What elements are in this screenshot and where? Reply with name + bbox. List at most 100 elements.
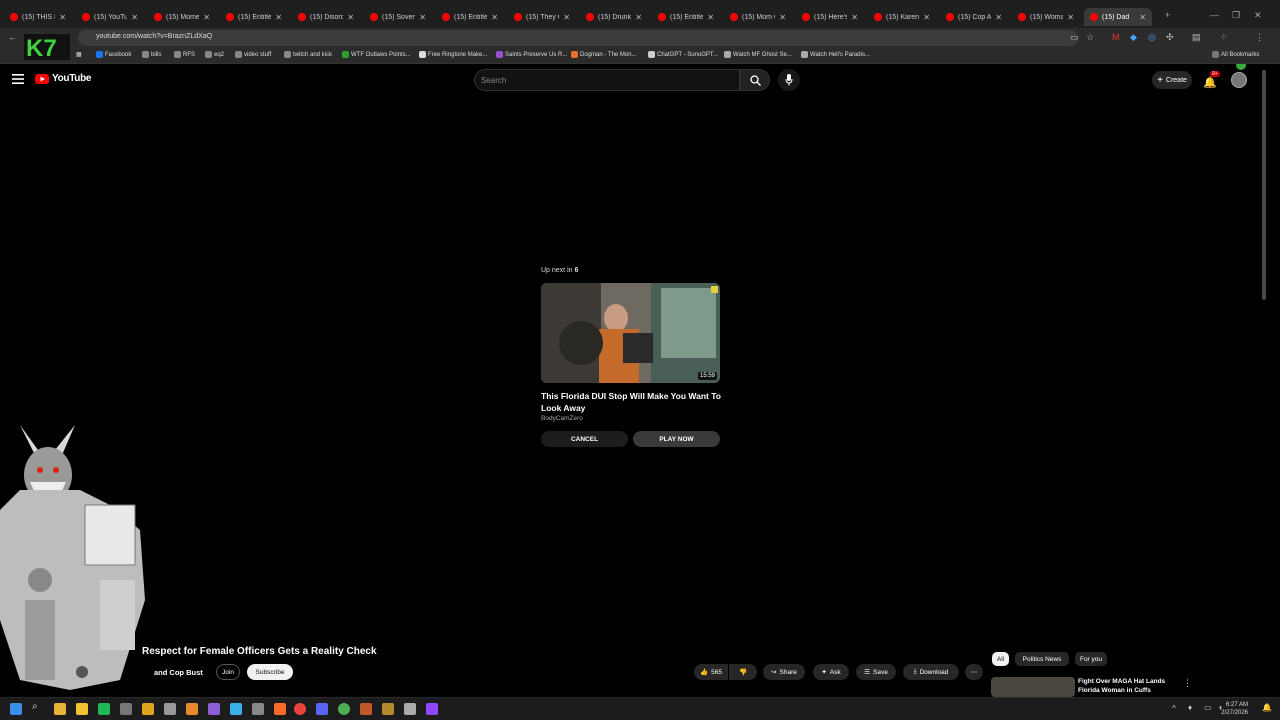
apps-grid-icon[interactable]: ▦ <box>76 51 82 58</box>
page-scrollbar[interactable] <box>1262 70 1266 300</box>
app-icon[interactable] <box>142 703 154 715</box>
menu-kebab-icon[interactable]: ⋮ <box>1255 32 1264 43</box>
app-icon[interactable] <box>404 703 416 715</box>
bookmark-item[interactable]: video stuff <box>235 51 271 58</box>
tab-close-icon[interactable]: ✕ <box>203 13 210 22</box>
bookmark-item[interactable]: Facebook <box>96 51 131 58</box>
app-icon[interactable] <box>252 703 264 715</box>
bookmark-item[interactable]: Dogman - The Mon... <box>571 51 637 58</box>
chrome-icon[interactable] <box>294 703 306 715</box>
tab-close-icon[interactable]: ✕ <box>779 13 786 22</box>
chip-all[interactable]: All <box>992 652 1009 666</box>
app-icon[interactable] <box>382 703 394 715</box>
tab-close-icon[interactable]: ✕ <box>563 13 570 22</box>
vlc-icon[interactable] <box>186 703 198 715</box>
browser-tab[interactable]: (15) Entitled✕ <box>652 8 720 26</box>
download-button[interactable]: ⤓ Download <box>903 664 959 680</box>
bookmark-item[interactable]: ChatGPT - SunoGPT... <box>648 51 718 58</box>
browser-tab[interactable]: (15) YouTube✕ <box>76 8 144 26</box>
back-icon[interactable]: ← <box>8 32 17 42</box>
sidepanel-icon[interactable]: ▤ <box>1192 32 1201 43</box>
voice-search-button[interactable] <box>778 69 800 91</box>
notifications-button[interactable]: 🔔 9+ <box>1203 71 1220 91</box>
url-input[interactable]: youtube.com/watch?v=BraznZLdXaQ <box>78 30 1078 46</box>
bookmark-item[interactable]: bills <box>142 51 161 58</box>
browser-tab[interactable]: (15) THIS RU ✕ <box>4 8 72 26</box>
channel-avatar[interactable] <box>76 666 88 678</box>
related-video-menu-icon[interactable]: ⋮ <box>1183 678 1192 689</box>
browser-tab[interactable]: (15) Karen Ge✕ <box>868 8 936 26</box>
twitch-icon[interactable] <box>426 703 438 715</box>
tab-close-icon[interactable]: ✕ <box>851 13 858 22</box>
up-next-title[interactable]: This Florida DUI Stop Will Make You Want… <box>541 390 721 414</box>
youtube-logo[interactable]: YouTube <box>35 73 92 84</box>
related-video-title[interactable]: Fight Over MAGA Hat Lands Florida Woman … <box>1078 677 1178 695</box>
file-explorer-icon[interactable] <box>54 703 66 715</box>
all-bookmarks-button[interactable]: All Bookmarks <box>1212 51 1259 58</box>
close-window-icon[interactable]: ✕ <box>1254 10 1262 21</box>
share-button[interactable]: ↪ Share <box>763 664 805 680</box>
browser-tab[interactable]: (15) They Cal ✕ <box>508 8 576 26</box>
browser-tab[interactable]: (15) Here's W✕ <box>796 8 864 26</box>
browser-tab[interactable]: (15) Cop Arre✕ <box>940 8 1008 26</box>
search-button[interactable] <box>740 69 770 91</box>
save-button[interactable]: ☰ Save <box>856 664 896 680</box>
app-icon[interactable] <box>98 703 110 715</box>
tab-close-icon[interactable]: ✕ <box>419 13 426 22</box>
firefox-icon[interactable] <box>274 703 286 715</box>
app-icon[interactable] <box>208 703 220 715</box>
chip-for-you[interactable]: For you <box>1075 652 1107 666</box>
bookmark-item[interactable]: Watch Hell's Paradis... <box>801 51 870 58</box>
browser-tab[interactable]: (15) Moment✕ <box>148 8 216 26</box>
join-button[interactable]: Join <box>216 664 240 680</box>
tab-close-icon[interactable]: ✕ <box>131 13 138 22</box>
tab-close-icon[interactable]: ✕ <box>707 13 714 22</box>
extension-icon[interactable]: ⁘ <box>1220 32 1228 43</box>
like-button[interactable]: 👍 565 <box>694 664 728 680</box>
app-icon[interactable] <box>164 703 176 715</box>
tab-close-icon[interactable]: ✕ <box>59 13 66 22</box>
bookmark-item[interactable]: Watch MF Ghost Se... <box>724 51 792 58</box>
tab-close-icon[interactable]: ✕ <box>347 13 354 22</box>
browser-tab[interactable]: (15) Dad ✕ <box>1084 8 1152 26</box>
bookmark-star-icon[interactable]: ☆ <box>1086 32 1094 43</box>
more-actions-button[interactable]: ⋯ <box>965 664 983 680</box>
system-clock[interactable]: 6:27 AM 2/27/2026 <box>1221 701 1248 717</box>
hamburger-menu-icon[interactable] <box>12 74 24 84</box>
app-icon[interactable] <box>230 703 242 715</box>
tab-close-icon[interactable]: ✕ <box>275 13 282 22</box>
browser-tab[interactable]: (15) Mom Cal ✕ <box>724 8 792 26</box>
bookmark-item[interactable]: Free Ringtone Make... <box>419 51 487 58</box>
up-next-channel[interactable]: BodyCamZero <box>541 415 583 422</box>
extensions-puzzle-icon[interactable]: ✣ <box>1166 32 1174 43</box>
ask-button[interactable]: ✦ Ask <box>813 664 849 680</box>
extension-icon[interactable]: M <box>1112 32 1120 42</box>
tray-icon[interactable]: ♦ <box>1188 703 1192 712</box>
create-button[interactable]: + Create <box>1152 71 1192 89</box>
extension-icon[interactable]: ◎ <box>1148 32 1156 43</box>
bookmark-item[interactable]: WTF Outlaws Points... <box>342 51 411 58</box>
network-icon[interactable]: ▭ <box>1204 703 1212 712</box>
channel-name[interactable]: and Cop Bust <box>154 668 203 677</box>
tab-close-icon[interactable]: ✕ <box>491 13 498 22</box>
search-input[interactable]: Search <box>474 69 740 91</box>
maximize-icon[interactable]: ❐ <box>1232 10 1240 21</box>
play-now-button[interactable]: PLAY NOW <box>633 431 720 447</box>
bookmark-item[interactable]: Saints Preserve Us R... <box>496 51 567 58</box>
browser-tab[interactable]: (15) Entitled✕ <box>220 8 288 26</box>
browser-tab[interactable]: (15) Sovereig ✕ <box>364 8 432 26</box>
bookmark-item[interactable]: twitch and kick <box>284 51 332 58</box>
cancel-autoplay-button[interactable]: CANCEL <box>541 431 628 447</box>
dislike-button[interactable]: 👎 <box>729 664 757 680</box>
tab-close-icon[interactable]: ✕ <box>1067 13 1074 22</box>
minimize-icon[interactable]: — <box>1210 10 1219 20</box>
notifications-icon[interactable]: 🔔 <box>1262 703 1272 712</box>
subscribe-button[interactable]: Subscribe <box>247 664 293 680</box>
browser-tab[interactable]: (15) Entitled✕ <box>436 8 504 26</box>
search-icon[interactable]: ⌕ <box>32 701 44 713</box>
up-next-thumbnail[interactable]: 15:59 <box>541 283 720 383</box>
folder-icon[interactable] <box>76 703 88 715</box>
tab-close-icon[interactable]: ✕ <box>1139 13 1146 22</box>
tab-close-icon[interactable]: ✕ <box>635 13 642 22</box>
bookmark-item[interactable]: eq2 <box>205 51 224 58</box>
